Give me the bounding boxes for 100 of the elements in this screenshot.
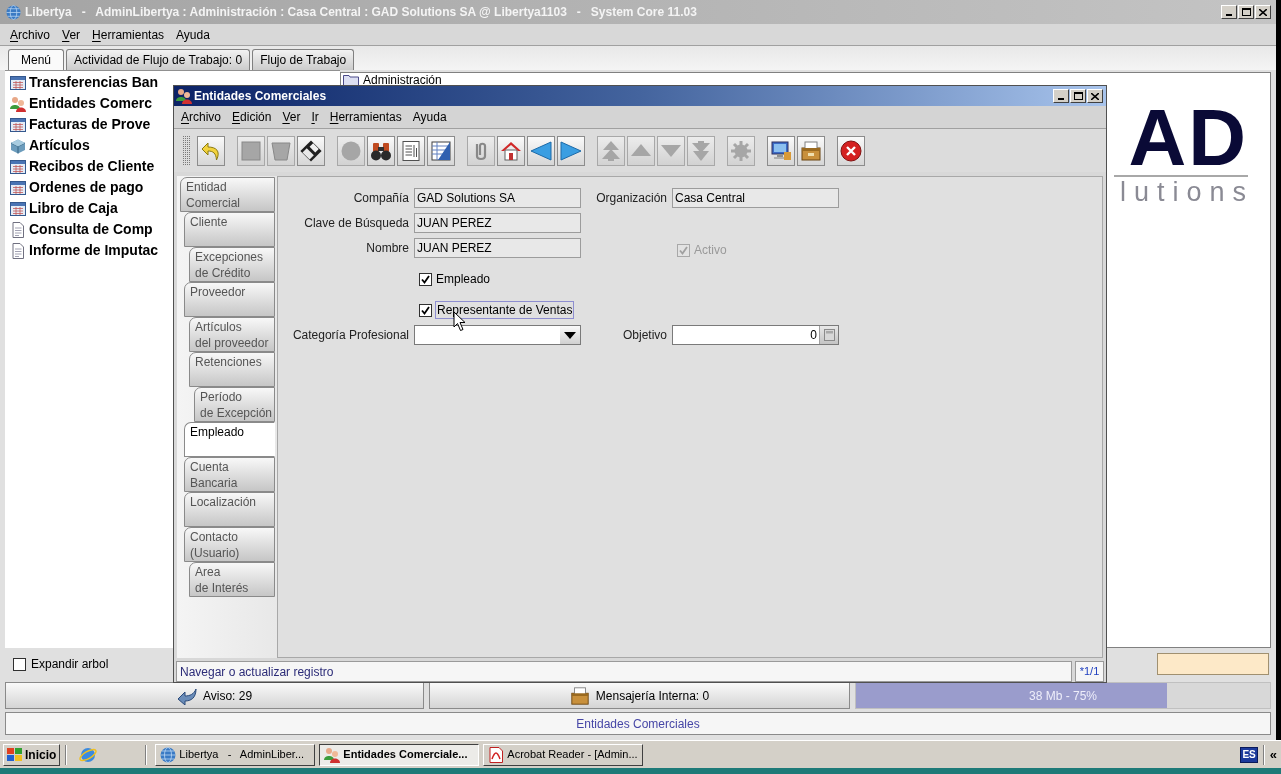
field-label: Nombre <box>366 240 409 257</box>
record-tab[interactable]: Proveedor <box>184 282 275 317</box>
menu-item[interactable]: Edición <box>232 108 272 126</box>
record-tab[interactable]: Area de Interés <box>189 562 275 597</box>
cube-icon <box>10 137 26 154</box>
tree-item[interactable]: Facturas de Prove <box>10 114 151 135</box>
save-button[interactable] <box>297 135 325 166</box>
expand-checkbox[interactable] <box>13 657 26 671</box>
notices-button[interactable]: Aviso: 29 <box>5 682 424 709</box>
tab[interactable]: Menú <box>8 49 65 70</box>
checkbox-label: Empleado <box>436 271 491 288</box>
checkbox-label: Representante de Ventas <box>435 301 575 319</box>
tree-item[interactable]: Artículos <box>10 135 90 156</box>
flag-icon <box>7 747 23 762</box>
category-dropdown[interactable] <box>414 325 581 345</box>
tray-expand-button[interactable]: « <box>1269 746 1277 763</box>
tab[interactable]: Actividad de Flujo de Trabajo: 0 <box>66 49 251 70</box>
calculator-button[interactable] <box>819 326 838 344</box>
maximize-button[interactable] <box>1070 89 1086 103</box>
minimize-button[interactable] <box>1053 89 1069 103</box>
logo-mark: AD <box>1128 103 1248 173</box>
minimize-button[interactable] <box>1221 5 1237 19</box>
taskbar-button[interactable]: Acrobat Reader - [Admin... <box>483 743 644 766</box>
find-button[interactable] <box>367 135 395 166</box>
undo-button[interactable] <box>197 135 225 166</box>
menu-item[interactable]: Herramientas <box>329 108 402 126</box>
menu-item[interactable]: Ver <box>62 25 81 44</box>
tree-item[interactable]: Libro de Caja <box>10 198 118 219</box>
company-field[interactable]: GAD Solutions SA <box>414 188 581 208</box>
record-tab[interactable]: Entidad Comercial <box>180 177 275 212</box>
employee-checkbox[interactable] <box>419 272 432 286</box>
record-tab[interactable]: Empleado <box>184 422 275 457</box>
record-tab[interactable]: Cuenta Bancaria <box>184 457 275 492</box>
document-icon <box>10 242 26 259</box>
record-tab[interactable]: Período de Excepción <box>194 387 275 422</box>
checkmark-icon <box>421 274 430 284</box>
people-icon <box>176 88 192 104</box>
menu-item[interactable]: Herramientas <box>92 25 165 44</box>
taskbar-button[interactable]: Libertya - AdminLiber... <box>155 743 316 766</box>
tree-item[interactable]: Ordenes de pago <box>10 177 144 198</box>
menu-item[interactable]: Archivo <box>181 108 222 126</box>
report-button[interactable] <box>397 135 425 166</box>
checkmark-icon <box>421 305 430 315</box>
tree-item[interactable]: Entidades Comerc <box>10 93 152 114</box>
number-field[interactable]: 0 <box>672 325 839 345</box>
page-icon <box>240 139 262 162</box>
start-button[interactable]: Inicio <box>3 743 61 766</box>
circle-icon <box>340 139 362 162</box>
record-tab[interactable]: Contacto (Usuario) <box>184 527 275 562</box>
next-button[interactable] <box>557 135 585 166</box>
tree-item[interactable]: Recibos de Cliente <box>10 156 155 177</box>
window-icon <box>10 116 26 133</box>
record-tab[interactable]: Cliente <box>184 212 275 247</box>
field-label: Compañía <box>353 190 409 207</box>
record-counter: *1/1 <box>1075 661 1104 682</box>
close-button[interactable] <box>837 135 865 166</box>
window-icon <box>10 158 26 175</box>
right-triangle-icon <box>560 139 582 162</box>
sales-rep-checkbox[interactable] <box>419 303 432 317</box>
name-field[interactable]: JUAN PEREZ <box>414 238 581 258</box>
window-title: Libertya - AdminLibertya : Administración : Casa Central : GAD Solutions SA @ Libertya1103 - System Core 11.03 <box>25 4 697 21</box>
menu-item[interactable]: Ayuda <box>412 108 447 126</box>
dropdown-button[interactable] <box>560 326 580 344</box>
monitor-button[interactable] <box>767 135 795 166</box>
archive-button[interactable] <box>797 135 825 166</box>
menu-item[interactable]: Ir <box>311 108 319 126</box>
close-icon <box>840 139 862 162</box>
checkbox-label: Expandir arbol <box>31 656 109 673</box>
messages-button[interactable]: Mensajería Interna: 0 <box>429 682 850 709</box>
tree-item[interactable]: Consulta de Comp <box>10 219 153 240</box>
menu-item[interactable]: Ver <box>282 108 301 126</box>
document-icon <box>10 221 26 238</box>
field-label: Categoría Profesional <box>292 327 409 344</box>
calculator-icon <box>823 329 835 341</box>
tree-item[interactable]: Transferencias Ban <box>10 72 159 93</box>
record-tab[interactable]: Excepciones de Crédito <box>189 247 275 282</box>
previous-button[interactable] <box>527 135 555 166</box>
home-button[interactable] <box>497 135 525 166</box>
menu-item[interactable]: Archivo <box>10 25 51 44</box>
monitor-icon <box>770 139 792 162</box>
field-label: Objetivo <box>622 327 667 344</box>
tree-item[interactable]: Informe de Imputac <box>10 240 159 261</box>
arrow-icon <box>176 686 197 705</box>
window-icon <box>10 179 26 196</box>
language-indicator[interactable]: ES <box>1240 746 1258 763</box>
menu-item[interactable]: Ayuda <box>176 25 210 44</box>
record-tab[interactable]: Localización <box>184 492 275 527</box>
maximize-button[interactable] <box>1238 5 1254 19</box>
checkmark-icon <box>679 245 688 255</box>
record-tab[interactable]: Retenciones <box>189 352 275 387</box>
minimize-icon <box>1226 14 1232 16</box>
search-key-field[interactable]: JUAN PEREZ <box>414 213 581 233</box>
grid-button[interactable] <box>427 135 455 166</box>
taskbar-button[interactable]: Entidades Comerciale... <box>319 743 480 766</box>
close-icon <box>1091 92 1099 100</box>
checkbox-label: Activo <box>694 242 727 259</box>
organization-field[interactable]: Casa Central <box>672 188 839 208</box>
tab[interactable]: Flujo de Trabajo <box>252 49 355 70</box>
document-icon <box>400 139 422 162</box>
record-tab[interactable]: Artículos del proveedor <box>189 317 275 352</box>
